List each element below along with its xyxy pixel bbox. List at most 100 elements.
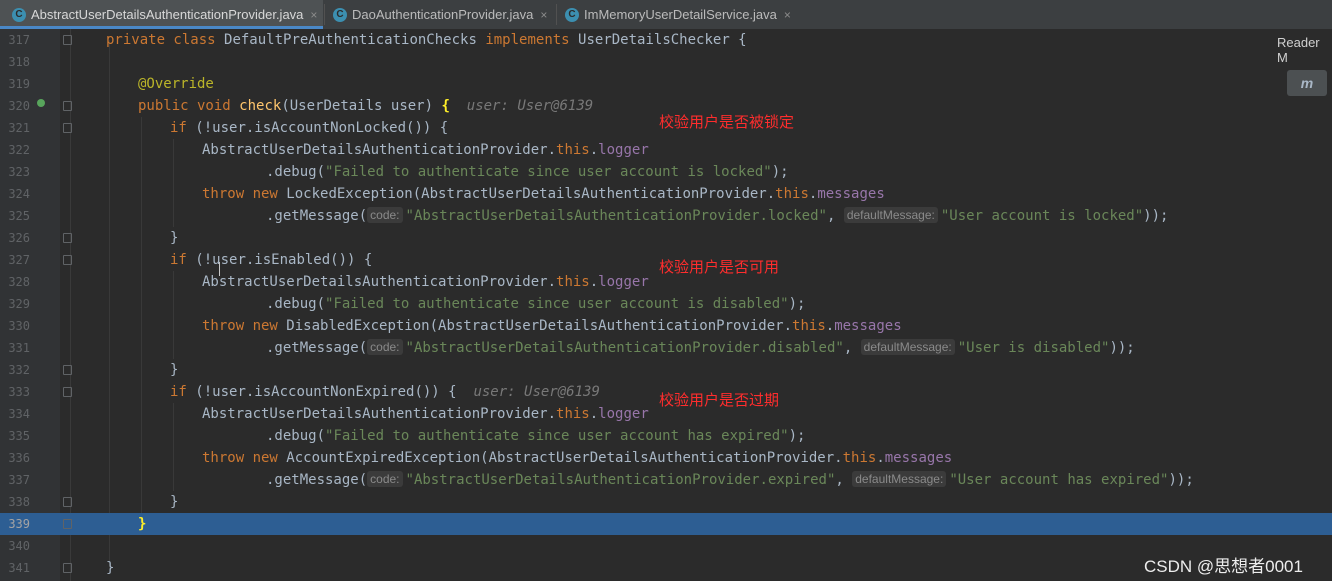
code-line: 332 }: [0, 359, 1332, 381]
java-class-icon: C: [565, 7, 579, 22]
code-text: private class DefaultPreAuthenticationCh…: [106, 32, 747, 48]
line-number: 334: [8, 407, 30, 421]
fold-marker-icon[interactable]: [63, 123, 72, 133]
line-number: 328: [8, 275, 30, 289]
code-text: @Override: [138, 76, 214, 92]
code-line: 319 @Override: [0, 73, 1332, 95]
java-class-icon: C: [333, 7, 347, 22]
fold-marker-icon[interactable]: [63, 387, 72, 397]
tab-label: ImMemoryUserDetailService.java: [584, 7, 777, 22]
code-line: 335 .debug("Failed to authenticate since…: [0, 425, 1332, 447]
code-line: 324 throw new LockedException(AbstractUs…: [0, 183, 1332, 205]
code-line: 341 }: [0, 557, 1332, 579]
close-icon[interactable]: ×: [540, 8, 547, 22]
fold-marker-icon[interactable]: [63, 101, 72, 111]
code-text: .debug("Failed to authenticate since use…: [266, 164, 789, 180]
code-line: 331 .getMessage(code: "AbstractUserDetail…: [0, 337, 1332, 359]
code-text: AbstractUserDetailsAuthenticationProvide…: [202, 274, 649, 290]
line-number: 317: [8, 33, 30, 47]
fold-marker-icon[interactable]: [63, 365, 72, 375]
line-number: 327: [8, 253, 30, 267]
line-number: 331: [8, 341, 30, 355]
fold-marker-icon[interactable]: [63, 233, 72, 243]
tab-divider: [556, 4, 557, 25]
line-number: 320: [8, 99, 30, 113]
watermark: CSDN @思想者0001: [1144, 557, 1303, 576]
code-text: .getMessage(code: "AbstractUserDetailsAut…: [266, 339, 1135, 356]
annotation-expired: 校验用户是否过期: [659, 391, 780, 409]
reader-mode-button[interactable]: Reader M: [1277, 35, 1332, 65]
code-line: 340: [0, 535, 1332, 557]
code-text: }: [170, 362, 179, 378]
line-number: 338: [8, 495, 30, 509]
maven-icon-label: m: [1300, 75, 1314, 91]
tab-label: AbstractUserDetailsAuthenticationProvide…: [31, 7, 304, 22]
current-line: 339 }: [0, 513, 1332, 535]
code-text: }: [138, 516, 147, 532]
code-text: if (!user.isAccountNonLocked()) {: [170, 120, 449, 136]
tab-divider: [324, 4, 325, 25]
line-number: 324: [8, 187, 30, 201]
annotation-enabled: 校验用户是否可用: [659, 258, 780, 276]
line-number: 319: [8, 77, 30, 91]
code-text: .debug("Failed to authenticate since use…: [266, 428, 806, 444]
fold-marker-icon[interactable]: [63, 563, 72, 573]
line-number: 335: [8, 429, 30, 443]
line-number: 321: [8, 121, 30, 135]
code-line: 337 .getMessage(code: "AbstractUserDetail…: [0, 469, 1332, 491]
line-number: 339: [8, 517, 30, 531]
code-text: }: [170, 230, 179, 246]
annotation-locked: 校验用户是否被锁定: [659, 113, 795, 131]
fold-marker-icon[interactable]: [63, 35, 72, 45]
code-line: 330 throw new DisabledException(Abstract…: [0, 315, 1332, 337]
code-text: .getMessage(code: "AbstractUserDetailsAut…: [266, 471, 1194, 488]
code-text: }: [170, 494, 179, 510]
parameter-hint: code:: [367, 471, 403, 487]
tab-abstract-user-details-provider[interactable]: C AbstractUserDetailsAuthenticationProvi…: [0, 0, 323, 29]
tab-im-memory-user-detail-service[interactable]: C ImMemoryUserDetailService.java ×: [565, 0, 795, 29]
code-line: 325 .getMessage(code: "AbstractUserDetail…: [0, 205, 1332, 227]
line-number: 333: [8, 385, 30, 399]
code-text: if (!user.isEnabled()) {: [170, 252, 373, 268]
code-text: AbstractUserDetailsAuthenticationProvide…: [202, 142, 649, 158]
line-number: 323: [8, 165, 30, 179]
line-number: 326: [8, 231, 30, 245]
override-marker-icon[interactable]: [37, 99, 45, 107]
fold-marker-icon[interactable]: [63, 255, 72, 265]
parameter-hint: defaultMessage:: [860, 339, 955, 355]
parameter-hint: defaultMessage:: [852, 471, 947, 487]
code-line: 322 AbstractUserDetailsAuthenticationPro…: [0, 139, 1332, 161]
text-cursor: [219, 262, 220, 276]
line-number: 336: [8, 451, 30, 465]
line-number: 322: [8, 143, 30, 157]
maven-icon[interactable]: m: [1287, 70, 1327, 96]
code-text: .getMessage(code: "AbstractUserDetailsAut…: [266, 207, 1169, 224]
fold-marker-icon[interactable]: [63, 497, 72, 507]
code-line: 317 private class DefaultPreAuthenticati…: [0, 29, 1332, 51]
code-text: if (!user.isAccountNonExpired()) { user:…: [170, 384, 600, 400]
code-line: 323 .debug("Failed to authenticate since…: [0, 161, 1332, 183]
editor-tab-bar: C AbstractUserDetailsAuthenticationProvi…: [0, 0, 1332, 30]
code-text: }: [106, 560, 115, 576]
code-line: 329 .debug("Failed to authenticate since…: [0, 293, 1332, 315]
line-number: 341: [8, 561, 30, 575]
inline-debug-value: user: User@6139: [466, 98, 594, 114]
code-text: throw new DisabledException(AbstractUser…: [202, 318, 902, 334]
code-line: 338 }: [0, 491, 1332, 513]
close-icon[interactable]: ×: [310, 8, 317, 22]
line-number: 318: [8, 55, 30, 69]
close-icon[interactable]: ×: [784, 8, 791, 22]
code-line: 336 throw new AccountExpiredException(Ab…: [0, 447, 1332, 469]
code-text: public void check(UserDetails user) { us…: [138, 98, 594, 114]
code-text: throw new AccountExpiredException(Abstra…: [202, 450, 953, 466]
inline-debug-value: user: User@6139: [473, 384, 600, 400]
line-number: 340: [8, 539, 30, 553]
parameter-hint: code:: [367, 207, 403, 223]
parameter-hint: code:: [367, 339, 403, 355]
java-class-icon: C: [12, 7, 26, 22]
tab-dao-authentication-provider[interactable]: C DaoAuthenticationProvider.java ×: [333, 0, 555, 29]
fold-marker-icon[interactable]: [63, 519, 72, 529]
parameter-hint: defaultMessage:: [843, 207, 938, 223]
code-text: throw new LockedException(AbstractUserDe…: [202, 186, 885, 202]
line-number: 332: [8, 363, 30, 377]
